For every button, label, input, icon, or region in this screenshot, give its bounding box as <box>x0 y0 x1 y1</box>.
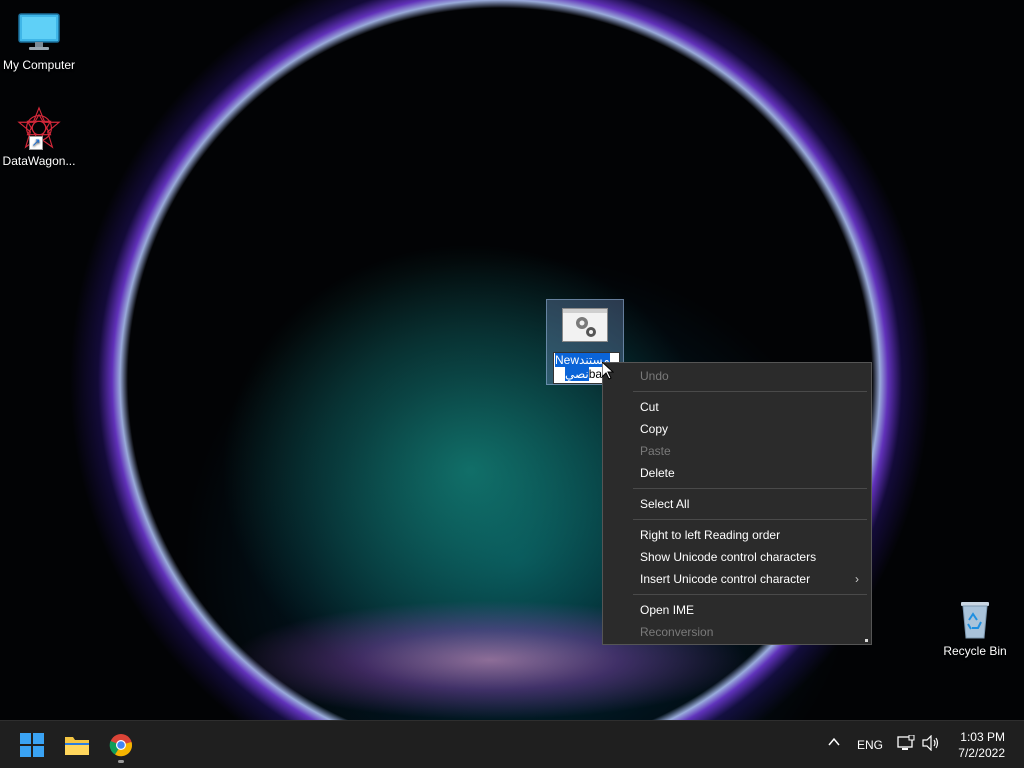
tray-overflow-chevron-icon[interactable] <box>828 736 840 750</box>
running-indicator <box>118 760 124 763</box>
desktop-icon-label: DataWagon... <box>2 154 76 168</box>
menu-item-undo[interactable]: Undo <box>603 365 871 387</box>
menu-item-label: Delete <box>640 466 675 480</box>
chevron-right-icon: › <box>855 572 859 586</box>
menu-item-open-ime[interactable]: Open IME <box>603 599 871 621</box>
menu-item-label: Copy <box>640 422 669 436</box>
rename-text-tail: ba <box>588 367 603 381</box>
menu-item-label: Open IME <box>640 603 695 617</box>
mouse-cursor-icon <box>602 362 614 380</box>
resize-grip-icon <box>865 639 868 642</box>
menu-item-select-all[interactable]: Select All <box>603 493 871 515</box>
menu-item-label: Select All <box>640 497 690 511</box>
menu-item-show-unicode-control[interactable]: Show Unicode control characters <box>603 546 871 568</box>
menu-separator <box>633 519 867 520</box>
network-icon[interactable] <box>897 734 915 754</box>
menu-item-cut[interactable]: Cut <box>603 396 871 418</box>
menu-separator <box>633 488 867 489</box>
file-explorer-button[interactable] <box>61 729 93 761</box>
volume-icon[interactable] <box>922 734 940 754</box>
menu-item-label: Show Unicode control characters <box>640 550 817 564</box>
menu-item-reconversion[interactable]: Reconversion <box>603 621 871 643</box>
desktop-icon-my-computer[interactable]: My Computer <box>0 10 78 72</box>
chrome-button[interactable] <box>105 729 137 763</box>
clock-time: 1:03 PM <box>960 730 1005 744</box>
clock[interactable]: 1:03 PM 7/2/2022 <box>958 729 1005 761</box>
datawagon-logo-icon: ↗ <box>17 106 61 150</box>
menu-item-label: Undo <box>640 369 669 383</box>
menu-item-label: Insert Unicode control character <box>640 572 811 586</box>
shortcut-arrow-icon: ↗ <box>29 136 43 150</box>
settings-file-icon <box>562 308 608 342</box>
start-button[interactable] <box>16 729 48 761</box>
menu-item-label: Reconversion <box>640 625 714 639</box>
desktop-icon-label: My Computer <box>2 58 76 72</box>
menu-item-label: Cut <box>640 400 659 414</box>
rename-selected-text-ar-2: نصي <box>565 367 589 381</box>
clock-date: 7/2/2022 <box>958 746 1005 760</box>
menu-item-label: Right to left Reading order <box>640 528 781 542</box>
menu-item-label: Paste <box>640 444 671 458</box>
menu-item-insert-unicode-control[interactable]: Insert Unicode control character › <box>603 568 871 590</box>
context-menu: Undo Cut Copy Paste Delete Select All Ri… <box>602 362 872 645</box>
language-indicator[interactable]: ENG <box>857 738 883 752</box>
desktop-icon-recycle-bin[interactable]: Recycle Bin <box>936 596 1014 658</box>
desktop: My Computer ↗ DataWagon... Recycle Bin N… <box>0 0 1024 720</box>
desktop-icon-datawagon[interactable]: ↗ DataWagon... <box>0 106 78 168</box>
monitor-icon <box>17 10 61 54</box>
taskbar: ENG 1:03 PM 7/2/2022 <box>0 720 1024 768</box>
windows-logo-icon <box>20 733 44 757</box>
menu-item-delete[interactable]: Delete <box>603 462 871 484</box>
rename-selected-text: New <box>555 353 580 367</box>
chrome-icon <box>109 734 133 757</box>
recycle-bin-icon <box>953 596 997 640</box>
menu-separator <box>633 391 867 392</box>
menu-separator <box>633 594 867 595</box>
menu-item-paste[interactable]: Paste <box>603 440 871 462</box>
folder-icon <box>65 737 89 755</box>
menu-item-copy[interactable]: Copy <box>603 418 871 440</box>
menu-item-rtl-reading-order[interactable]: Right to left Reading order <box>603 524 871 546</box>
desktop-icon-label: Recycle Bin <box>943 644 1007 658</box>
